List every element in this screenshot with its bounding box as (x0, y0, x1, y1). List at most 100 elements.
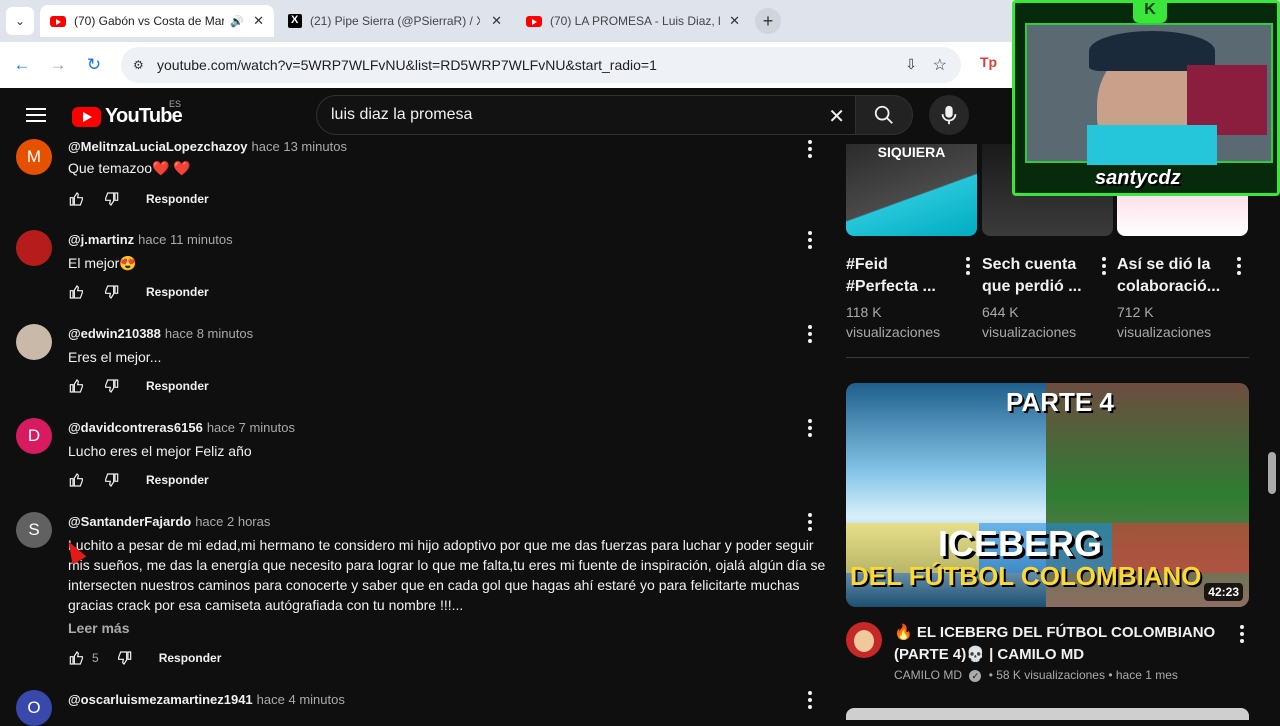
speaker-icon[interactable]: 🔊 (230, 15, 244, 28)
thumbnail-part-text: PARTE 4 (1006, 387, 1114, 417)
short-view-label: visualizaciones (846, 324, 941, 340)
microphone-icon (941, 105, 957, 125)
dislike-icon[interactable] (102, 377, 120, 395)
reply-button[interactable]: Responder (146, 192, 209, 206)
browser-tab-1[interactable]: (70) Gabón vs Costa de Mar 🔊 ✕ (40, 5, 274, 37)
avatar[interactable]: S (16, 512, 52, 548)
like-icon[interactable] (68, 283, 86, 301)
address-bar[interactable]: ⚙ youtube.com/watch?v=5WRP7WLFvNU&list=R… (121, 47, 961, 83)
avatar[interactable]: M (16, 139, 52, 175)
comment-text: Que temazoo❤️ ❤️ (68, 160, 191, 176)
back-arrow-icon[interactable]: ← (10, 53, 34, 77)
dot-separator: • (1108, 668, 1113, 682)
comment-time[interactable]: hace 7 minutos (207, 420, 295, 435)
comment-time[interactable]: hace 11 minutos (138, 232, 232, 247)
short-title[interactable]: #Feid #Perfecta ... (846, 254, 956, 298)
comment-author[interactable]: @j.martinz (68, 232, 134, 247)
browser-tab-3[interactable]: (70) LA PROMESA - Luis Diaz, lu ✕ (516, 5, 750, 37)
reply-button[interactable]: Responder (146, 285, 209, 299)
streamer-name: santycdz (1095, 167, 1181, 189)
menu-icon[interactable] (24, 104, 48, 128)
read-more-link[interactable]: Leer más (68, 620, 129, 636)
dislike-icon[interactable] (102, 283, 120, 301)
dislike-icon[interactable] (102, 190, 120, 208)
youtube-logo[interactable]: YouTube ES (72, 99, 183, 128)
next-video-thumbnail[interactable] (846, 708, 1249, 720)
tab-close-icon[interactable]: ✕ (491, 13, 502, 29)
more-actions-icon[interactable] (800, 139, 820, 159)
tab-close-icon[interactable]: ✕ (729, 13, 740, 29)
clear-search-icon[interactable]: ✕ (828, 104, 845, 129)
site-info-icon[interactable]: ⚙ (133, 58, 149, 72)
short-more-icon[interactable] (1094, 256, 1114, 276)
dislike-icon[interactable] (102, 471, 120, 489)
search-button[interactable] (855, 95, 913, 135)
dislike-icon[interactable] (115, 649, 133, 667)
like-icon[interactable] (68, 649, 86, 667)
reply-button[interactable]: Responder (146, 379, 209, 393)
avatar[interactable]: O (16, 690, 52, 726)
bookmark-star-icon[interactable]: ☆ (933, 55, 947, 75)
like-icon[interactable] (68, 377, 86, 395)
more-actions-icon[interactable] (800, 512, 820, 532)
dot-separator: • (988, 668, 993, 682)
comment-author[interactable]: @edwin210388 (68, 326, 161, 341)
avatar[interactable] (16, 230, 52, 266)
comment-text: El mejor😍 (68, 255, 137, 271)
comment-author[interactable]: @oscarluismezamartinez1941 (68, 692, 253, 707)
like-icon[interactable] (68, 471, 86, 489)
search-query: luis diaz la promesa (331, 106, 473, 123)
comment-time[interactable]: hace 4 minutos (257, 692, 345, 707)
scrollbar[interactable] (1268, 452, 1276, 494)
short-more-icon[interactable] (958, 256, 978, 276)
reply-button[interactable]: Responder (159, 651, 222, 665)
more-actions-icon[interactable] (800, 418, 820, 438)
short-view-label: visualizaciones (982, 324, 1077, 340)
voice-search-button[interactable] (929, 95, 969, 135)
comment-time[interactable]: hace 13 minutos (252, 139, 347, 154)
webcam-overlay: K santycdz (1012, 0, 1280, 196)
url-text: youtube.com/watch?v=5WRP7WLFvNU&list=RD5… (157, 57, 657, 73)
tab-close-icon[interactable]: ✕ (253, 13, 264, 29)
avatar[interactable] (16, 324, 52, 360)
tab-title: (70) LA PROMESA - Luis Diaz, lu (550, 14, 720, 28)
channel-name[interactable]: CAMILO MD (894, 668, 962, 682)
video-more-icon[interactable] (1232, 624, 1252, 644)
thumbnail-iceberg-text: ICEBERG (938, 523, 1103, 564)
more-actions-icon[interactable] (800, 690, 820, 710)
more-actions-icon[interactable] (800, 324, 820, 344)
browser-tab-2[interactable]: (21) Pipe Sierra (@PSierraR) / X ✕ (278, 5, 512, 37)
more-actions-icon[interactable] (800, 230, 820, 250)
like-count: 5 (92, 651, 99, 665)
video-info: 🔥 EL ICEBERG DEL FÚTBOL COLOMBIANO (PART… (846, 620, 1249, 690)
comment-item: M @MelitnzaLuciaLopezchazoy hace 13 minut… (16, 139, 824, 219)
short-card[interactable]: SIQUIERA #Feid #Perfecta ... 118 K visual… (846, 144, 977, 340)
comment-time[interactable]: hace 2 horas (195, 514, 270, 529)
forward-arrow-icon[interactable]: → (46, 53, 70, 77)
avatar[interactable]: D (16, 418, 52, 454)
comment-time[interactable]: hace 8 minutos (165, 326, 253, 341)
comment-text: Eres el mejor... (68, 349, 162, 365)
short-view-count: 118 K (846, 304, 882, 320)
comment-author[interactable]: @SantanderFajardo (68, 514, 191, 529)
comment-author[interactable]: @davidcontreras6156 (68, 420, 203, 435)
short-thumbnail[interactable]: SIQUIERA (846, 144, 977, 236)
video-thumbnail[interactable]: PARTE 4 ICEBERG DEL FÚTBOL COLOMBIANO 42… (846, 383, 1249, 607)
tab-search-chevron-icon[interactable]: ⌄ (6, 7, 34, 35)
channel-avatar[interactable] (846, 622, 882, 658)
new-tab-button[interactable]: + (755, 8, 781, 34)
youtube-play-icon (72, 106, 101, 127)
thumbnail-text: SIQUIERA (877, 144, 946, 160)
tab-title: (21) Pipe Sierra (@PSierraR) / X (310, 14, 480, 28)
short-title[interactable]: Así se dió la colaboració... (1117, 254, 1227, 298)
install-app-icon[interactable]: ⇩ (905, 56, 917, 73)
like-icon[interactable] (68, 190, 86, 208)
reply-button[interactable]: Responder (146, 473, 209, 487)
extension-icon[interactable]: Tp (980, 54, 997, 70)
search-input[interactable]: luis diaz la promesa ✕ (316, 95, 856, 135)
reload-icon[interactable]: ↻ (82, 53, 106, 77)
comment-author[interactable]: @MelitnzaLuciaLopezchazoy (68, 139, 248, 154)
short-more-icon[interactable] (1229, 256, 1249, 276)
video-title[interactable]: 🔥 EL ICEBERG DEL FÚTBOL COLOMBIANO (PART… (894, 622, 1224, 666)
short-title[interactable]: Sech cuenta que perdió ... (982, 254, 1092, 298)
